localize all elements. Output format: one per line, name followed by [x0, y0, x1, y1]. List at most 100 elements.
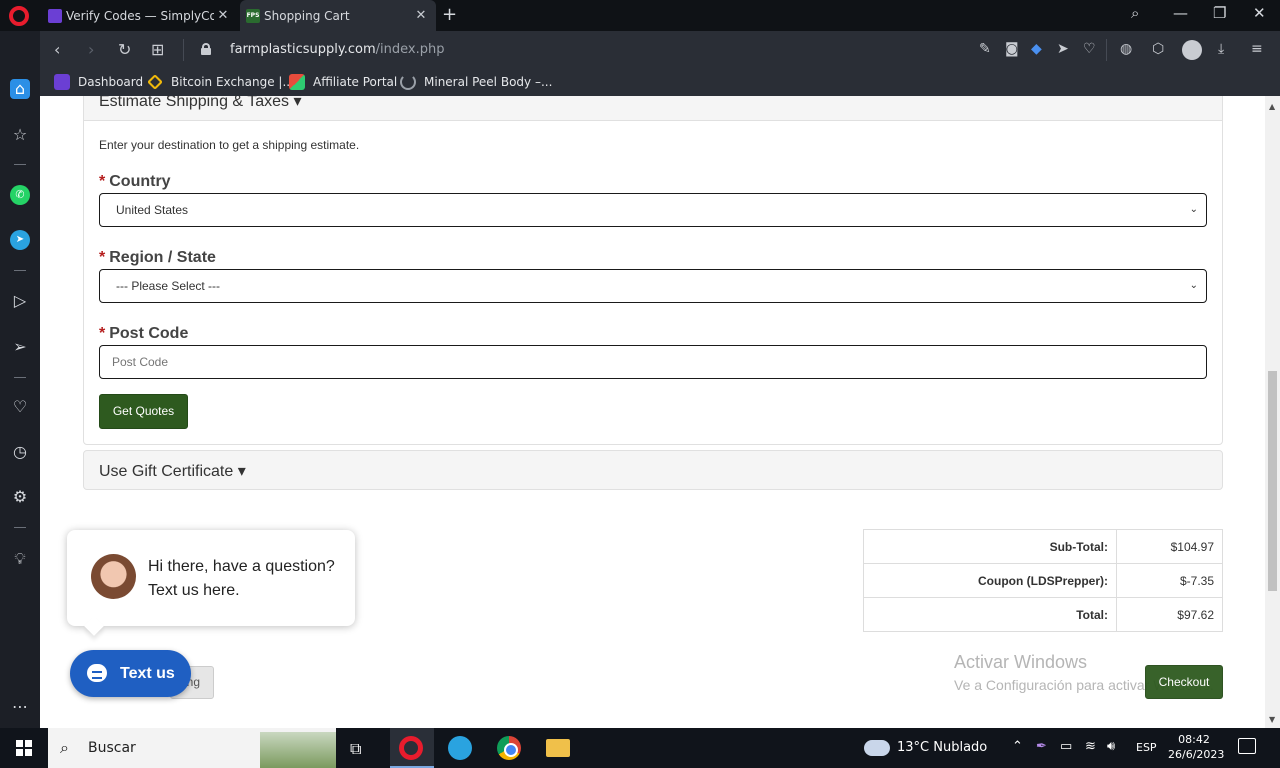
- close-tab-icon[interactable]: ✕: [412, 8, 430, 23]
- forward-icon[interactable]: ›: [88, 40, 94, 59]
- reload-icon[interactable]: ↻: [118, 40, 131, 59]
- chevron-down-icon: ⌄: [1189, 280, 1198, 291]
- gift-certificate-panel[interactable]: Use Gift Certificate ▾: [83, 450, 1223, 490]
- browser-tab-bar: Verify Codes — SimplyCodes ✕ FPS Shoppin…: [0, 0, 1280, 31]
- language-indicator[interactable]: ESP: [1136, 741, 1157, 754]
- player-icon[interactable]: ▷: [10, 291, 30, 311]
- window-close-icon[interactable]: ✕: [1253, 4, 1266, 22]
- tab-search-icon[interactable]: ⌕: [1131, 4, 1139, 22]
- pen-icon[interactable]: ✒: [1036, 739, 1047, 754]
- star-icon[interactable]: ☆: [10, 125, 30, 145]
- telegram-icon[interactable]: ➤: [10, 230, 30, 250]
- opera-taskbar-icon[interactable]: [399, 736, 423, 760]
- adblock-shield-icon[interactable]: ◆: [1031, 41, 1042, 57]
- speed-dial-icon[interactable]: ⊞: [151, 40, 164, 59]
- notification-icon[interactable]: [1238, 738, 1256, 754]
- tab-title: Shopping Cart: [264, 8, 350, 23]
- chat-message: Hi there, have a question? Text us here.: [148, 558, 335, 599]
- simplycodes-favicon-icon: [48, 8, 62, 23]
- cloud-weather-icon[interactable]: [864, 740, 890, 756]
- total-value: $97.62: [1116, 597, 1223, 632]
- telegram-taskbar-icon[interactable]: [448, 736, 472, 760]
- settings-gear-icon[interactable]: ⚙: [10, 487, 30, 507]
- bookmark-label: Dashboard: [78, 75, 144, 89]
- taskbar-search[interactable]: ⌕ Buscar: [48, 728, 336, 768]
- history-clock-icon[interactable]: ◷: [10, 442, 30, 462]
- chevron-down-icon: ⌄: [1189, 204, 1198, 215]
- table-row: Coupon (LDSPrepper): $-7.35: [863, 563, 1223, 598]
- dashboard-bookmark-icon: [54, 74, 70, 90]
- text-us-button[interactable]: Text us: [70, 650, 191, 697]
- new-tab-icon[interactable]: +: [442, 4, 457, 25]
- tab-verify-codes[interactable]: Verify Codes — SimplyCodes ✕: [42, 0, 238, 31]
- windows-start-icon[interactable]: [16, 740, 32, 756]
- search-icon: ⌕: [60, 738, 69, 757]
- region-select[interactable]: --- Please Select --- ⌄: [99, 269, 1207, 303]
- activate-windows-title: Activar Windows: [954, 652, 1088, 672]
- tab-shopping-cart[interactable]: FPS Shopping Cart ✕: [240, 0, 436, 31]
- agent-avatar: [91, 554, 136, 599]
- scroll-down-icon[interactable]: ▼: [1269, 715, 1275, 724]
- checkout-button[interactable]: Checkout: [1145, 665, 1223, 699]
- maximize-icon[interactable]: ❐: [1213, 4, 1226, 22]
- subtotal-label: Sub-Total:: [863, 529, 1117, 564]
- easy-setup-menu-icon[interactable]: ≡: [1251, 41, 1263, 57]
- gift-certificate-title: Use Gift Certificate ▾: [99, 463, 246, 480]
- scroll-up-icon[interactable]: ▲: [1269, 102, 1275, 111]
- chat-popup[interactable]: Hi there, have a question? Text us here.: [67, 530, 355, 636]
- bookmark-label: Mineral Peel Body –...: [424, 75, 553, 89]
- coupon-value: $-7.35: [1116, 563, 1223, 598]
- home-icon[interactable]: ⌂: [10, 79, 30, 99]
- volume-icon[interactable]: 🔊︎: [1107, 739, 1115, 754]
- lightbulb-icon[interactable]: 💡︎: [10, 549, 30, 569]
- download-icon[interactable]: ⤓: [1218, 41, 1224, 57]
- whatsapp-icon[interactable]: ✆: [10, 185, 30, 205]
- back-icon[interactable]: ‹: [54, 40, 60, 59]
- shipping-intro-text: Enter your destination to get a shipping…: [99, 138, 360, 152]
- page-scrollbar[interactable]: ▲ ▼: [1265, 96, 1280, 728]
- bookmark-affiliate-portal[interactable]: Affiliate Portal: [289, 74, 397, 90]
- file-explorer-icon[interactable]: [546, 739, 570, 757]
- bookmark-label: Bitcoin Exchange |...: [171, 75, 294, 89]
- clock[interactable]: 08:42 26/6/2023: [1168, 732, 1224, 762]
- camera-icon[interactable]: ◙: [1005, 41, 1019, 57]
- bookmark-dashboard[interactable]: Dashboard: [54, 74, 143, 90]
- url-field[interactable]: farmplasticsupply.com/index.php: [230, 42, 444, 57]
- shipping-panel-header[interactable]: Estimate Shipping & Taxes ▾: [84, 96, 1222, 121]
- total-label: Total:: [863, 597, 1117, 632]
- heart-icon[interactable]: ♡: [10, 397, 30, 417]
- shipping-header-title: Estimate Shipping & Taxes ▾: [99, 96, 302, 110]
- country-select[interactable]: United States ⌄: [99, 193, 1207, 227]
- table-row: Total: $97.62: [863, 597, 1223, 632]
- address-bar: ‹ › ↻ ⊞ farmplasticsupply.com/index.php …: [40, 31, 1280, 69]
- bookmark-bitcoin-exchange[interactable]: Bitcoin Exchange |...: [147, 74, 294, 90]
- chrome-taskbar-icon[interactable]: [497, 736, 521, 760]
- opera-menu-icon[interactable]: [9, 6, 29, 26]
- more-icon[interactable]: ⋯: [10, 697, 30, 717]
- extensions-cube-icon[interactable]: ⬡: [1152, 41, 1164, 57]
- profile-avatar-icon[interactable]: [1182, 40, 1202, 60]
- bookmark-mineral-peel[interactable]: Mineral Peel Body –...: [400, 74, 552, 90]
- send-icon[interactable]: ➢: [10, 337, 30, 357]
- postcode-input[interactable]: [99, 345, 1207, 379]
- lock-icon[interactable]: [201, 43, 211, 55]
- divider: [14, 164, 26, 165]
- wifi-icon[interactable]: ≋: [1085, 739, 1096, 754]
- close-tab-icon[interactable]: ✕: [214, 8, 232, 23]
- minimize-icon[interactable]: —: [1173, 4, 1188, 22]
- edit-icon[interactable]: ✎: [979, 41, 991, 57]
- divider: [14, 527, 26, 528]
- get-quotes-button[interactable]: Get Quotes: [99, 394, 188, 429]
- heart-icon[interactable]: ♡: [1083, 41, 1096, 57]
- bookmarks-bar: Dashboard Bitcoin Exchange |... Affiliat…: [40, 69, 1280, 96]
- url-domain: farmplasticsupply.com: [230, 42, 376, 57]
- send-icon[interactable]: ➤: [1057, 41, 1069, 57]
- scrollbar-thumb[interactable]: [1268, 371, 1277, 591]
- affiliate-portal-icon: [289, 74, 305, 90]
- weather-text[interactable]: 13°C Nublado: [897, 740, 987, 755]
- task-view-icon[interactable]: ⧉: [350, 739, 361, 759]
- chat-bubble-tail: [84, 616, 104, 636]
- vpn-globe-icon[interactable]: ◍: [1120, 41, 1132, 57]
- tray-chevron-up-icon[interactable]: ⌃: [1012, 739, 1023, 754]
- battery-icon[interactable]: ▭: [1060, 739, 1072, 754]
